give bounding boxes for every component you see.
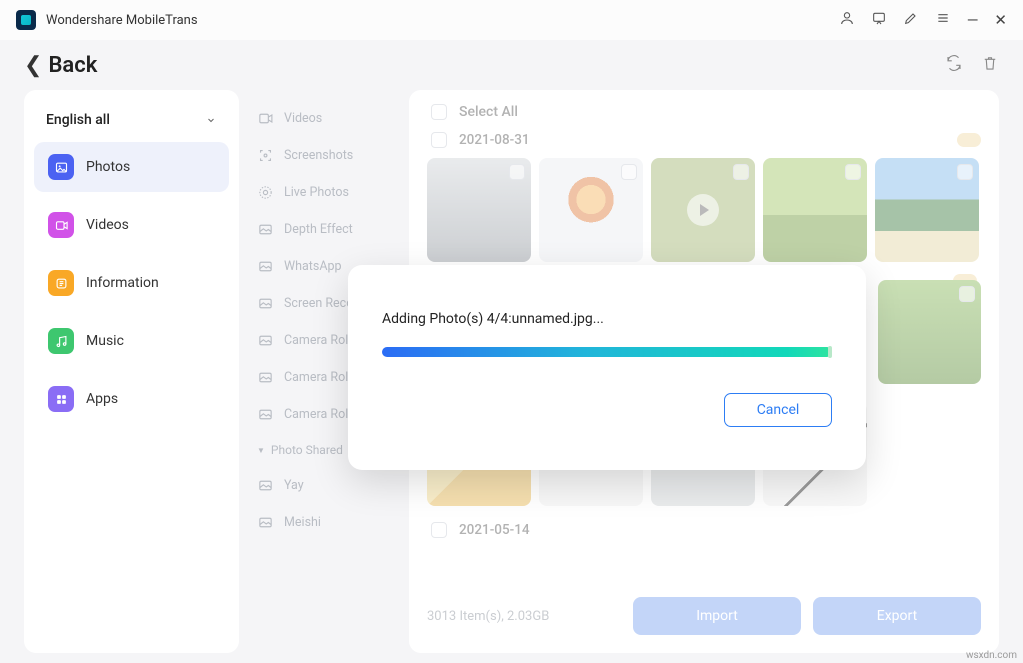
thumb-row-1 <box>427 158 981 272</box>
progress-bar <box>382 347 832 357</box>
cat-live-photos[interactable]: Live Photos <box>249 174 409 211</box>
select-all-label: Select All <box>459 104 518 120</box>
content-footer: 3013 Item(s), 2.03GB Import Export <box>427 583 981 653</box>
select-all-row[interactable]: Select All <box>427 104 981 126</box>
thumb-checkbox[interactable] <box>845 164 861 180</box>
sidebar-item-videos[interactable]: Videos <box>34 200 229 250</box>
progress-modal: Adding Photo(s) 4/4:unnamed.jpg... Cance… <box>348 265 866 470</box>
sidebar-item-label: Information <box>86 275 159 291</box>
sidebar-item-photos[interactable]: Photos <box>34 142 229 192</box>
photos-icon <box>48 154 74 180</box>
photo-thumb[interactable] <box>763 158 867 262</box>
cat-meishi[interactable]: Meishi <box>249 504 409 541</box>
back-row: ❮ Back <box>0 40 1023 90</box>
edit-icon[interactable] <box>903 10 919 30</box>
feedback-icon[interactable] <box>871 10 887 30</box>
import-button[interactable]: Import <box>633 597 801 635</box>
date-label: 2021-08-31 <box>459 132 530 148</box>
sidebar-item-label: Music <box>86 333 124 349</box>
cat-screenshots[interactable]: Screenshots <box>249 137 409 174</box>
cat-yay[interactable]: Yay <box>249 467 409 504</box>
user-icon[interactable] <box>839 10 855 30</box>
app-title: Wondershare MobileTrans <box>46 13 198 28</box>
watermark: wsxdn.com <box>966 650 1017 661</box>
title-bar: Wondershare MobileTrans — ✕ <box>0 0 1023 40</box>
date-label: 2021-05-14 <box>459 522 530 538</box>
date-group-1: 2021-08-31 <box>427 126 981 158</box>
refresh-icon[interactable] <box>945 54 963 76</box>
sidebar-item-apps[interactable]: Apps <box>34 374 229 424</box>
sidebar-header-label: English all <box>46 112 110 128</box>
back-chevron-icon[interactable]: ❮ <box>24 53 42 78</box>
sidebar: English all Photos Videos Information Mu… <box>24 90 239 653</box>
sidebar-header[interactable]: English all <box>34 108 229 142</box>
date-checkbox[interactable] <box>431 522 447 538</box>
chevron-down-icon <box>205 114 217 126</box>
photo-thumb[interactable] <box>878 280 981 384</box>
sidebar-item-label: Photos <box>86 159 130 175</box>
menu-icon[interactable] <box>935 10 951 30</box>
play-icon <box>687 194 719 226</box>
triangle-down-icon: ▼ <box>257 446 265 455</box>
close-button[interactable]: ✕ <box>994 13 1007 28</box>
info-icon <box>48 270 74 296</box>
music-icon <box>48 328 74 354</box>
export-button[interactable]: Export <box>813 597 981 635</box>
date-checkbox[interactable] <box>431 132 447 148</box>
back-label[interactable]: Back <box>48 53 97 78</box>
modal-message: Adding Photo(s) 4/4:unnamed.jpg... <box>382 311 832 327</box>
thumb-checkbox[interactable] <box>509 164 525 180</box>
date-group-2: 2021-05-14 <box>427 516 981 548</box>
minimize-button[interactable]: — <box>967 13 979 28</box>
sidebar-item-label: Apps <box>86 391 118 407</box>
thumb-checkbox[interactable] <box>733 164 749 180</box>
cat-videos[interactable]: Videos <box>249 100 409 137</box>
trash-icon[interactable] <box>981 54 999 76</box>
photo-thumb[interactable] <box>427 158 531 262</box>
thumb-checkbox[interactable] <box>959 286 975 302</box>
video-thumb[interactable] <box>651 158 755 262</box>
select-all-checkbox[interactable] <box>431 104 447 120</box>
title-actions: — ✕ <box>839 10 1007 30</box>
count-badge <box>957 133 981 147</box>
photo-thumb[interactable] <box>875 158 979 262</box>
footer-info: 3013 Item(s), 2.03GB <box>427 609 549 624</box>
apps-icon <box>48 386 74 412</box>
sidebar-item-information[interactable]: Information <box>34 258 229 308</box>
thumb-checkbox[interactable] <box>957 164 973 180</box>
videos-icon <box>48 212 74 238</box>
cancel-button[interactable]: Cancel <box>724 393 832 427</box>
app-logo <box>16 10 36 30</box>
thumb-checkbox[interactable] <box>621 164 637 180</box>
cat-depth-effect[interactable]: Depth Effect <box>249 211 409 248</box>
sidebar-item-music[interactable]: Music <box>34 316 229 366</box>
photo-thumb[interactable] <box>539 158 643 262</box>
sidebar-item-label: Videos <box>86 217 129 233</box>
